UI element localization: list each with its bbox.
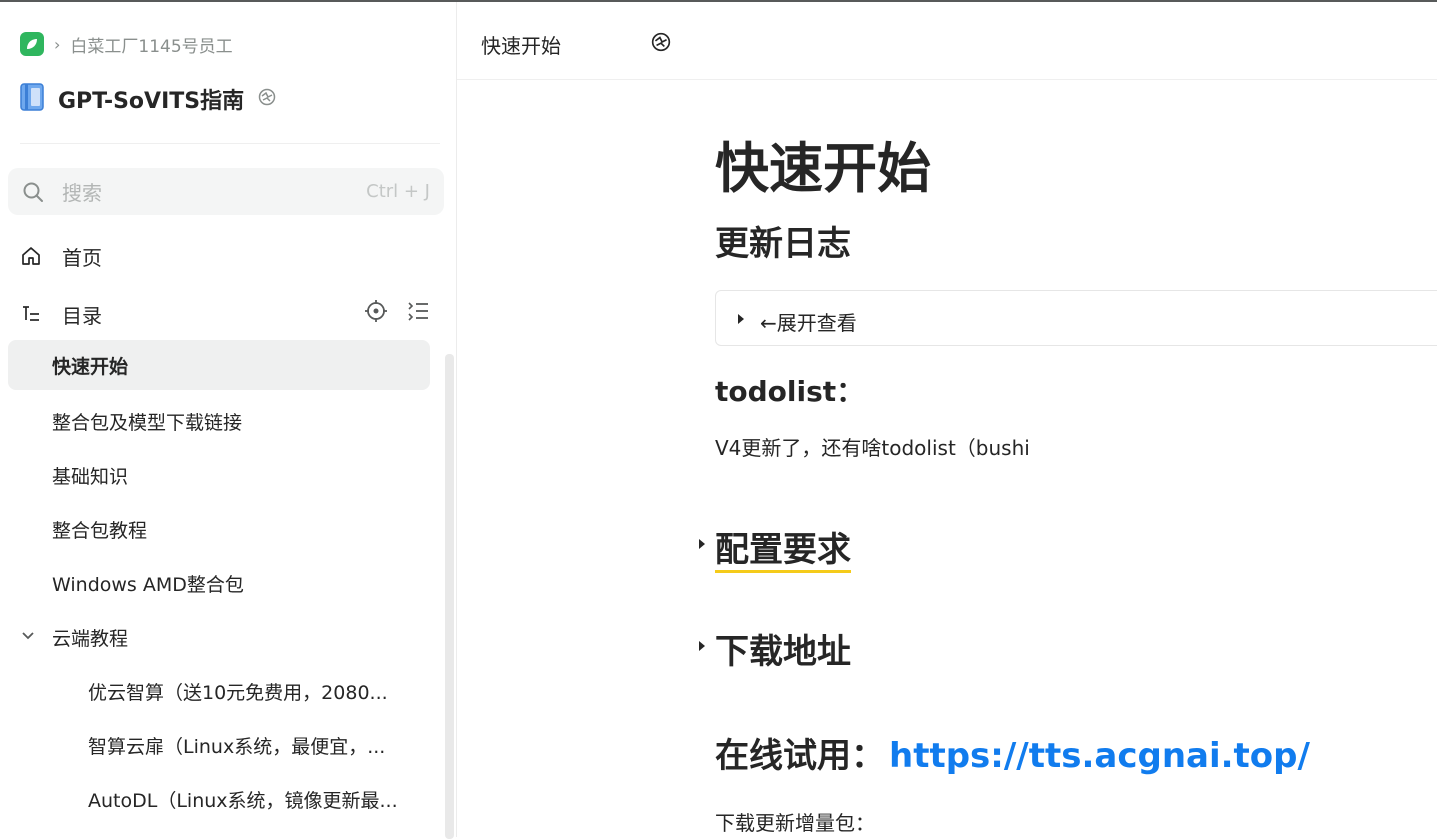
toc-item-label: Windows AMD整合包 <box>52 573 244 596</box>
nav-home-label: 首页 <box>62 245 102 270</box>
details-summary: ←展开查看 <box>760 311 857 335</box>
toc-item-package-links[interactable]: 整合包及模型下载链接 <box>8 394 430 448</box>
todolist-text: V4更新了，还有啥todolist（bushi <box>715 436 1030 460</box>
toc-item-label: 云端教程 <box>52 627 129 650</box>
doc-title: 快速开始 <box>715 137 931 200</box>
breadcrumb-org[interactable]: 白菜工厂1145号员工 <box>70 32 232 57</box>
book-header: GPT-SoVITS指南 <box>20 83 276 115</box>
toc-item-cloud-tutorial[interactable]: 云端教程 <box>8 610 430 664</box>
incremental-package-text: 下载更新增量包： <box>715 811 875 835</box>
config-section-toggle[interactable]: 配置要求 <box>699 522 851 573</box>
book-title[interactable]: GPT-SoVITS指南 <box>58 83 244 115</box>
toc-item-ucloud[interactable]: 优云智算（送10元免费用，2080... <box>8 664 430 718</box>
toc-item-basics[interactable]: 基础知识 <box>8 448 430 502</box>
toc-toolbar <box>364 299 430 327</box>
toc-item-quick-start[interactable]: 快速开始 <box>8 340 430 390</box>
locate-icon[interactable] <box>364 299 388 327</box>
caret-right-icon <box>699 641 705 651</box>
sidebar-scrollbar[interactable] <box>445 354 454 839</box>
download-heading: 下载地址 <box>715 632 851 672</box>
app-logo-icon[interactable] <box>20 32 44 56</box>
doc-header: 快速开始 <box>457 2 1437 80</box>
chevron-down-icon[interactable] <box>20 627 36 643</box>
online-trial-label: 在线试用： <box>715 736 885 776</box>
toc-item-package-tutorial[interactable]: 整合包教程 <box>8 502 430 556</box>
toc-item-label: 智算云扉（Linux系统，最便宜，... <box>88 735 386 758</box>
toc-item-autodl[interactable]: AutoDL（Linux系统，镜像更新最... <box>8 772 430 826</box>
toc-icon <box>23 306 39 321</box>
toc-item-label: 基础知识 <box>52 465 129 488</box>
breadcrumb: › 白菜工厂1145号员工 <box>20 32 233 57</box>
toc-item-label: 快速开始 <box>52 355 129 378</box>
toc-item-label: 优云智算（送10元免费用，2080... <box>88 681 388 704</box>
toc-item-label: AutoDL（Linux系统，镜像更新最... <box>88 789 398 812</box>
home-icon <box>22 247 40 265</box>
caret-right-icon <box>738 314 744 324</box>
changelog-heading: 更新日志 <box>715 224 851 264</box>
sidebar: › 白菜工厂1145号员工 GPT-SoVITS指南 搜索 Ctrl + J 首… <box>0 2 457 839</box>
search-icon <box>23 182 43 202</box>
main-content: 快速开始 快速开始 更新日志 ←展开查看 todolist： V4更新了，还有啥… <box>457 2 1437 837</box>
chevron-right-icon: › <box>54 34 61 54</box>
download-section-toggle[interactable]: 下载地址 <box>699 624 851 673</box>
collapse-all-icon[interactable] <box>406 299 430 327</box>
config-heading: 配置要求 <box>715 530 851 573</box>
online-trial-link[interactable]: https://tts.acgnai.top/ <box>889 736 1310 776</box>
search-shortcut: Ctrl + J <box>366 181 430 202</box>
nav-toc-label: 目录 <box>62 303 102 328</box>
toc-item-label: 整合包及模型下载链接 <box>52 411 243 434</box>
nav-toc[interactable]: 目录 <box>20 294 102 334</box>
toc-item-zhisuan[interactable]: 智算云扉（Linux系统，最便宜，... <box>8 718 430 772</box>
share-status-icon[interactable] <box>651 32 671 56</box>
search-input[interactable]: 搜索 Ctrl + J <box>8 168 444 215</box>
online-trial-heading: 在线试用： https://tts.acgnai.top/ <box>715 728 1310 777</box>
sidebar-divider <box>20 143 440 144</box>
nav-home[interactable]: 首页 <box>20 236 102 276</box>
toc-item-windows-amd[interactable]: Windows AMD整合包 <box>8 556 430 610</box>
toc-item-label: 整合包教程 <box>52 519 148 542</box>
header-title: 快速开始 <box>481 34 561 58</box>
share-status-icon[interactable] <box>258 88 276 110</box>
changelog-details[interactable]: ←展开查看 <box>715 290 1437 346</box>
caret-right-icon <box>699 539 705 549</box>
todolist-heading: todolist： <box>715 375 865 408</box>
search-placeholder: 搜索 <box>62 181 102 205</box>
book-icon <box>20 83 44 115</box>
toc-tree: 快速开始 整合包及模型下载链接 基础知识 整合包教程 Windows AMD整合… <box>8 340 430 826</box>
